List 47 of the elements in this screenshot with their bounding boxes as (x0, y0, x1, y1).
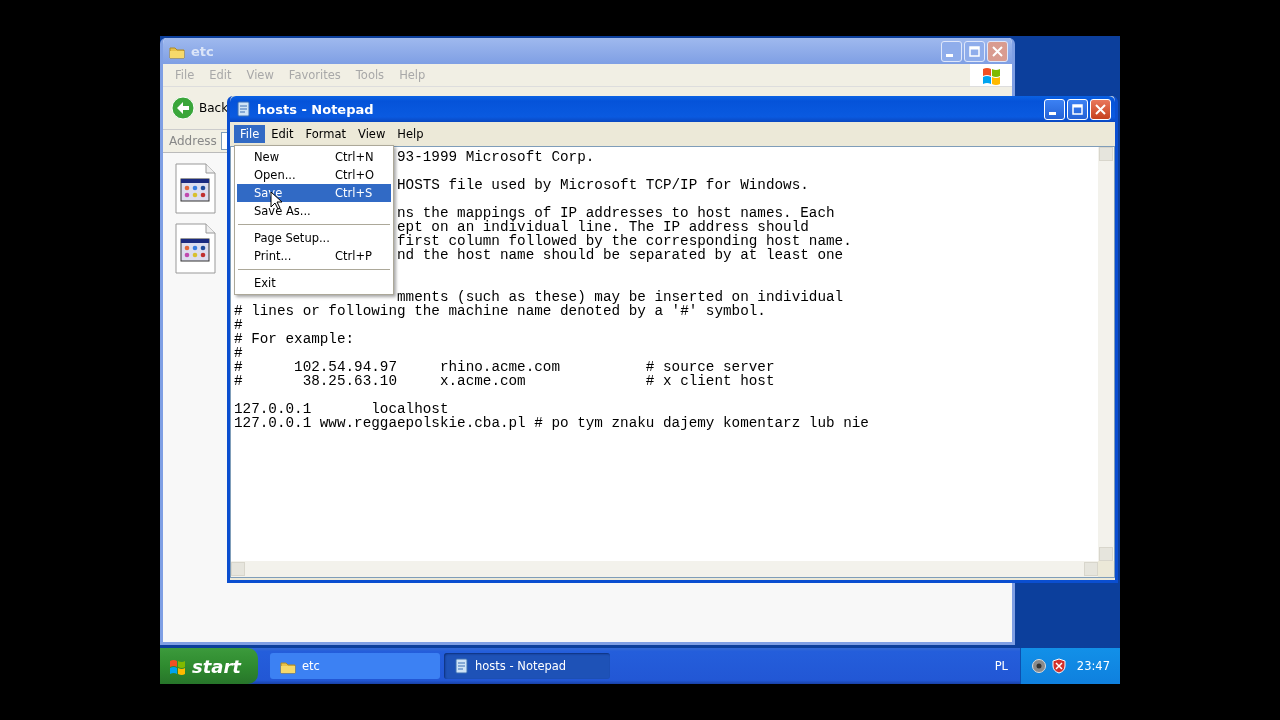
menu-item[interactable]: Page Setup... (237, 229, 391, 247)
menu-item[interactable]: File (234, 125, 266, 143)
text-line: # (234, 318, 243, 332)
vertical-scrollbar[interactable] (1098, 147, 1114, 561)
notepad-icon (236, 101, 251, 117)
text-line: 127.0.0.1 localhost (234, 402, 449, 416)
text-line: ept on an individual line. The IP address should (397, 220, 809, 234)
menu-item[interactable]: Edit (265, 125, 300, 143)
window-title: hosts - Notepad (257, 101, 374, 117)
text-line: # lines or following the machine name denoted by a '#' symbol. (234, 304, 766, 318)
text-line: mments (such as these) may be inserted on individual (397, 290, 844, 304)
minimize-icon (1048, 111, 1056, 115)
close-icon (992, 45, 1003, 57)
flag-icon (980, 65, 1002, 85)
taskbar-button[interactable]: etc (270, 653, 440, 679)
text-line: # For example: (234, 332, 355, 346)
menu-item[interactable]: Print... Ctrl+P (237, 247, 391, 265)
text-line: # 102.54.94.97 rhino.acme.com # source server (234, 360, 775, 374)
menu-item[interactable]: Save As... (237, 202, 391, 220)
text-line: first column followed by the corresponding host name. (397, 234, 852, 248)
menu-item[interactable]: Format (299, 125, 353, 143)
maximize-icon (969, 45, 980, 57)
text-line: nd the host name should be separated by at least one (397, 248, 844, 262)
maximize-icon (1072, 103, 1083, 115)
menu-item[interactable]: Open... Ctrl+O (237, 166, 391, 184)
menu-item[interactable]: New Ctrl+N (237, 148, 391, 166)
notepad-icon (454, 658, 469, 674)
text-line: # 38.25.63.10 x.acme.com # x client host (234, 374, 775, 388)
shield-icon[interactable] (1051, 658, 1067, 674)
horizontal-scrollbar[interactable] (231, 561, 1098, 577)
text-line: # (234, 346, 243, 360)
text-line: 93-1999 Microsoft Corp. (397, 150, 595, 164)
taskbar-button[interactable]: hosts - Notepad (444, 653, 610, 679)
menu-item[interactable]: View (352, 125, 392, 143)
minimize-icon (945, 53, 953, 57)
scrollbar-corner (1098, 561, 1114, 577)
clock: 23:47 (1076, 659, 1110, 673)
text-line: 127.0.0.1 www.reggaepolskie.cba.pl # po tym znaku dajemy komentarz lub nie (234, 416, 869, 430)
window-title: etc (191, 43, 214, 59)
text-line: ns the mappings of IP addresses to host names. Each (397, 206, 835, 220)
text-line: HOSTS file used by Microsoft TCP/IP for Windows. (397, 178, 809, 192)
language-indicator[interactable]: PL (994, 659, 1008, 673)
menu-item[interactable]: Help (391, 125, 430, 143)
close-icon (1095, 103, 1106, 115)
menu-item[interactable]: Exit (237, 274, 391, 292)
address-label: Address (169, 134, 217, 148)
start-button[interactable]: start (160, 648, 258, 684)
